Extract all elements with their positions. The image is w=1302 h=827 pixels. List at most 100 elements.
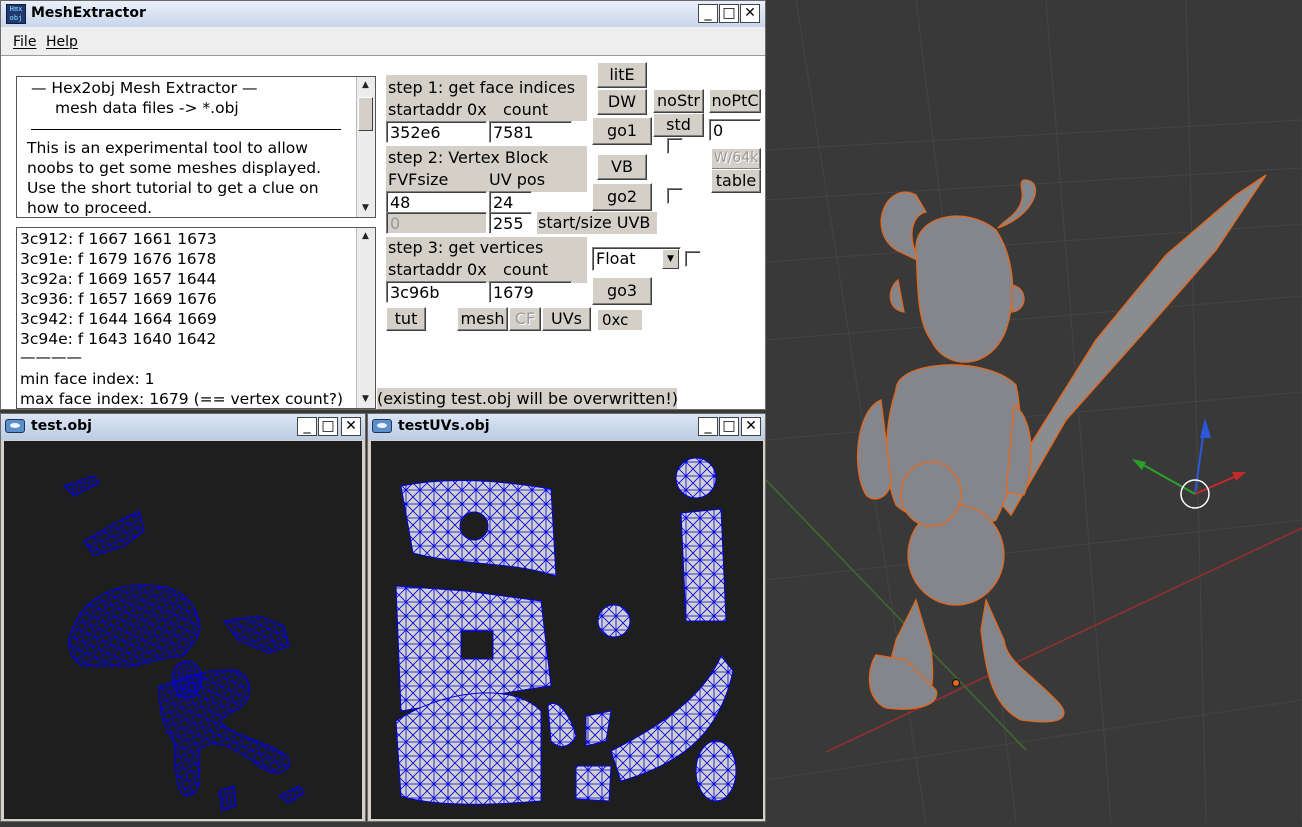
log-separator: ———— (20, 348, 82, 366)
close-button[interactable]: ✕ (341, 417, 361, 436)
fvf-size-input[interactable]: 48 (386, 191, 487, 213)
maximize-icon: □ (722, 5, 736, 21)
maximize-button[interactable]: □ (719, 4, 739, 23)
minimize-button[interactable]: _ (698, 4, 718, 23)
menu-file[interactable]: File (13, 34, 36, 50)
offset-label: 0xc (602, 311, 629, 329)
noptc-button[interactable]: noPtC (709, 89, 761, 113)
log-line: 3c936: f 1657 1669 1676 (20, 290, 217, 308)
close-icon: ✕ (744, 5, 756, 21)
step2-title: step 2: Vertex Block (388, 148, 549, 167)
step3-count-label: count (503, 260, 549, 279)
mesh-preview-wireframe (63, 475, 305, 812)
minimize-button[interactable]: _ (297, 417, 317, 436)
main-titlebar[interactable]: H≡x obj MeshExtractor _ □ ✕ (1, 1, 765, 27)
vertex-type-value: Float (596, 249, 636, 268)
log-textbox[interactable]: 3c912: f 1667 1661 1673 3c91e: f 1679 16… (16, 227, 376, 409)
step1-count-label: count (503, 100, 549, 119)
info-textbox[interactable]: — Hex2obj Mesh Extractor — mesh data fil… (16, 76, 376, 218)
test-obj-window: test.obj _ □ ✕ (0, 413, 366, 822)
step1-title: step 1: get face indices (388, 78, 576, 97)
maximize-icon: □ (321, 418, 335, 434)
vertex-type-select[interactable]: Float ▼ (592, 247, 681, 271)
maximize-button[interactable]: □ (719, 417, 739, 436)
uvs-button[interactable]: UVs (542, 307, 591, 331)
checkbox-2[interactable] (667, 188, 683, 204)
sword (997, 174, 1267, 517)
obj-viewer-icon (372, 419, 392, 433)
info-scrollbar[interactable]: ▲ ▼ (356, 77, 375, 217)
go1-button[interactable]: go1 (592, 117, 652, 145)
step1-addr-label: startaddr 0x (388, 100, 487, 119)
chevron-down-icon[interactable]: ▼ (662, 249, 679, 269)
test-uvs-titlebar[interactable]: testUVs.obj _ □ ✕ (368, 414, 765, 440)
scroll-down-icon[interactable]: ▼ (357, 391, 374, 408)
window-title: MeshExtractor (31, 5, 146, 21)
mesh-preview[interactable] (4, 441, 362, 819)
info-line: how to proceed. (27, 199, 153, 217)
go2-button[interactable]: go2 (592, 183, 652, 211)
menubar: File Help (1, 27, 765, 55)
mesh-extractor-window: H≡x obj MeshExtractor _ □ ✕ File Help — … (0, 0, 766, 410)
info-divider (31, 129, 341, 130)
step2-fvf-label: FVFsize (388, 170, 449, 189)
step3-title: step 3: get vertices (388, 238, 544, 257)
dw-button[interactable]: DW (597, 89, 647, 115)
checkbox-1[interactable] (667, 138, 683, 154)
log-line: 3c942: f 1644 1664 1669 (20, 310, 217, 328)
scroll-down-icon[interactable]: ▼ (357, 200, 374, 217)
overwrite-warning: (existing test.obj will be overwritten!) (377, 389, 679, 408)
side-value-input[interactable]: 0 (709, 119, 761, 141)
test-uvs-window: testUVs.obj _ □ ✕ (367, 413, 766, 822)
close-button[interactable]: ✕ (741, 417, 761, 436)
minimize-icon: _ (303, 418, 311, 434)
menu-help[interactable]: Help (46, 34, 78, 50)
step1-startaddr-input[interactable]: 352e6 (386, 121, 487, 143)
test-uvs-title: testUVs.obj (398, 418, 490, 434)
close-icon: ✕ (345, 418, 357, 434)
scroll-up-icon[interactable]: ▲ (357, 77, 374, 94)
close-button[interactable]: ✕ (740, 4, 760, 23)
maximize-button[interactable]: □ (318, 417, 338, 436)
log-max-index: max face index: 1679 (== vertex count?) (20, 390, 344, 408)
nostr-button[interactable]: noStr (653, 89, 704, 113)
transform-gizmo (1132, 418, 1246, 509)
info-line: noobs to get some meshes displayed. (27, 159, 322, 177)
lite-button[interactable]: litE (597, 62, 647, 88)
step1-count-input[interactable]: 7581 (489, 121, 572, 143)
step3-count-input[interactable]: 1679 (489, 281, 572, 303)
minimize-icon: _ (704, 418, 712, 434)
checkbox-3[interactable] (685, 251, 701, 267)
test-obj-titlebar[interactable]: test.obj _ □ ✕ (1, 414, 365, 440)
uv-preview-wireframe (395, 457, 737, 805)
scroll-up-icon[interactable]: ▲ (357, 228, 374, 245)
table-button[interactable]: table (711, 169, 761, 193)
maximize-icon: □ (722, 418, 736, 434)
uvb-start-input: 0 (386, 212, 487, 234)
minimize-button[interactable]: _ (698, 417, 718, 436)
go3-button[interactable]: go3 (592, 277, 652, 305)
scroll-thumb[interactable] (358, 97, 373, 131)
log-scrollbar[interactable]: ▲ ▼ (356, 228, 375, 408)
uvb-size-input[interactable]: 255 (489, 212, 532, 234)
log-line: 3c912: f 1667 1661 1673 (20, 230, 217, 248)
log-line: 3c92a: f 1669 1657 1644 (20, 270, 217, 288)
mesh-button[interactable]: mesh (457, 307, 508, 331)
step3-startaddr-input[interactable]: 3c96b (386, 281, 487, 303)
viewport-scene (765, 0, 1302, 823)
info-subheading: mesh data files -> *.obj (55, 99, 239, 117)
step2-uv-label: UV pos (489, 170, 546, 189)
obj-viewer-icon (5, 419, 25, 433)
uv-preview[interactable] (371, 441, 763, 819)
tut-button[interactable]: tut (386, 307, 426, 331)
info-line: Use the short tutorial to get a clue on (27, 179, 319, 197)
cf-button: CF (509, 307, 541, 331)
uv-pos-input[interactable]: 24 (489, 191, 532, 213)
close-icon: ✕ (745, 418, 757, 434)
info-heading: — Hex2obj Mesh Extractor — (31, 79, 258, 97)
std-button[interactable]: std (653, 113, 704, 137)
log-line: 3c91e: f 1679 1676 1678 (20, 250, 217, 268)
vb-button[interactable]: VB (597, 154, 647, 180)
minimize-icon: _ (704, 5, 712, 21)
viewport-3d[interactable] (765, 0, 1302, 823)
